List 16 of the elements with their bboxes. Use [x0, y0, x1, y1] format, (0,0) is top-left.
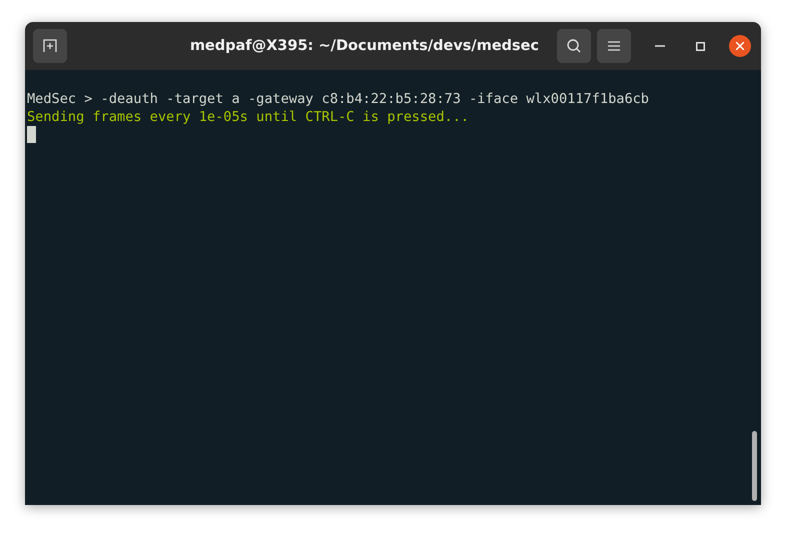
terminal-line: Sending frames every 1e-05s until CTRL-C is pressed...: [27, 108, 470, 126]
menu-button[interactable]: [597, 29, 631, 63]
search-button[interactable]: [557, 29, 591, 63]
new-tab-icon: [42, 39, 58, 53]
close-button[interactable]: [729, 35, 751, 57]
text-cursor: [27, 126, 36, 143]
close-icon: [736, 42, 744, 50]
window-title: medpaf@X395: ~/Documents/devs/medsec: [190, 38, 539, 54]
minimize-icon: [655, 45, 665, 47]
menu-icon: [608, 41, 620, 51]
terminal-area[interactable]: MedSec > -deauth -target a -gateway c8:b4:22:b5:28:73 -iface wlx00117f1ba6cb Sending frames every 1e-05s until CTRL-C is pressed...: [25, 70, 761, 505]
new-tab-button[interactable]: [33, 29, 67, 63]
scrollbar-thumb[interactable]: [752, 431, 757, 501]
search-icon: [566, 38, 582, 54]
maximize-icon: [696, 42, 704, 50]
terminal-line: MedSec > -deauth -target a -gateway c8:b4:22:b5:28:73 -iface wlx00117f1ba6cb: [27, 90, 650, 108]
